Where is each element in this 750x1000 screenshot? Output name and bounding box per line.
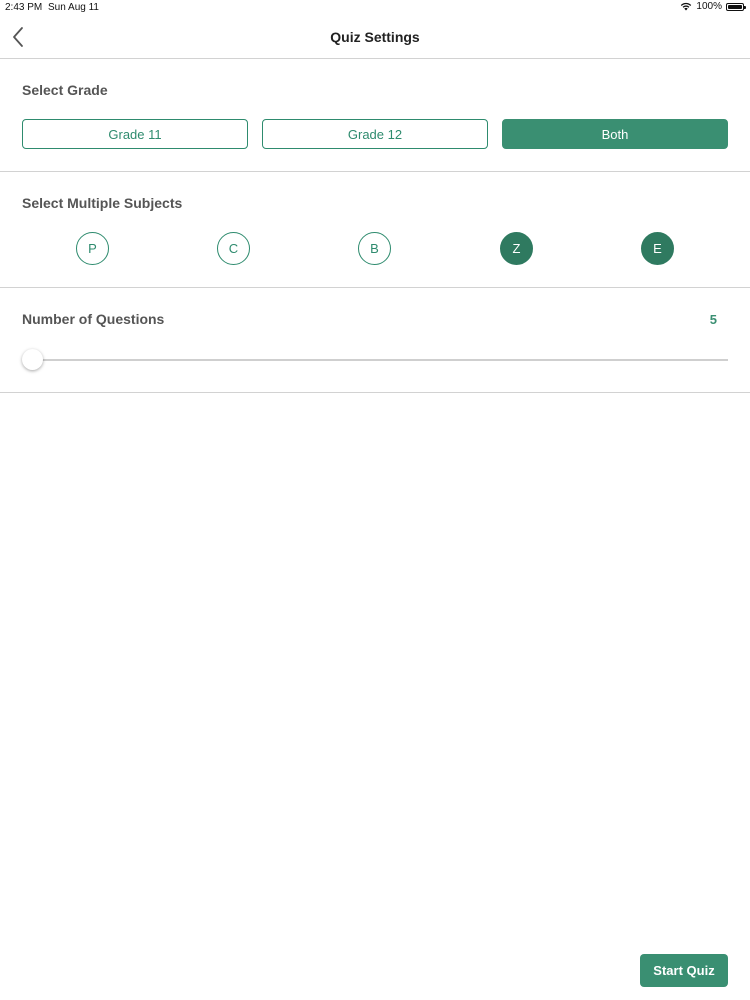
subject-option-c[interactable]: C — [217, 232, 250, 265]
battery-percent: 100% — [696, 1, 722, 12]
subject-option-b[interactable]: B — [358, 232, 391, 265]
grade-option-both[interactable]: Both — [502, 119, 728, 149]
nav-bar: Quiz Settings — [0, 16, 750, 59]
page-title: Quiz Settings — [330, 29, 420, 45]
subject-option-z[interactable]: Z — [500, 232, 533, 265]
subject-section: Select Multiple Subjects P C B Z E — [0, 172, 750, 288]
questions-count: 5 — [709, 312, 717, 327]
subject-option-e[interactable]: E — [641, 232, 674, 265]
grade-option-grade-12[interactable]: Grade 12 — [262, 119, 488, 149]
subject-option-p[interactable]: P — [76, 232, 109, 265]
status-date: Sun Aug 11 — [48, 2, 99, 13]
grade-option-grade-11[interactable]: Grade 11 — [22, 119, 248, 149]
grade-section-title: Select Grade — [22, 82, 108, 98]
status-right: 100% — [680, 1, 746, 12]
battery-fill — [728, 4, 742, 9]
questions-section-title: Number of Questions — [22, 311, 165, 327]
questions-slider-thumb[interactable] — [22, 349, 43, 370]
wifi-icon — [681, 2, 692, 11]
battery-icon — [726, 2, 746, 11]
start-quiz-button[interactable]: Start Quiz — [640, 954, 728, 987]
subject-section-title: Select Multiple Subjects — [22, 195, 183, 211]
questions-slider-track[interactable] — [32, 359, 728, 361]
grade-section: Select Grade Grade 11 Grade 12 Both — [0, 59, 750, 172]
status-bar: 2:43 PM Sun Aug 11 100% — [0, 0, 750, 16]
status-time: 2:43 PM — [5, 2, 43, 13]
questions-section: Number of Questions 5 — [0, 288, 750, 393]
